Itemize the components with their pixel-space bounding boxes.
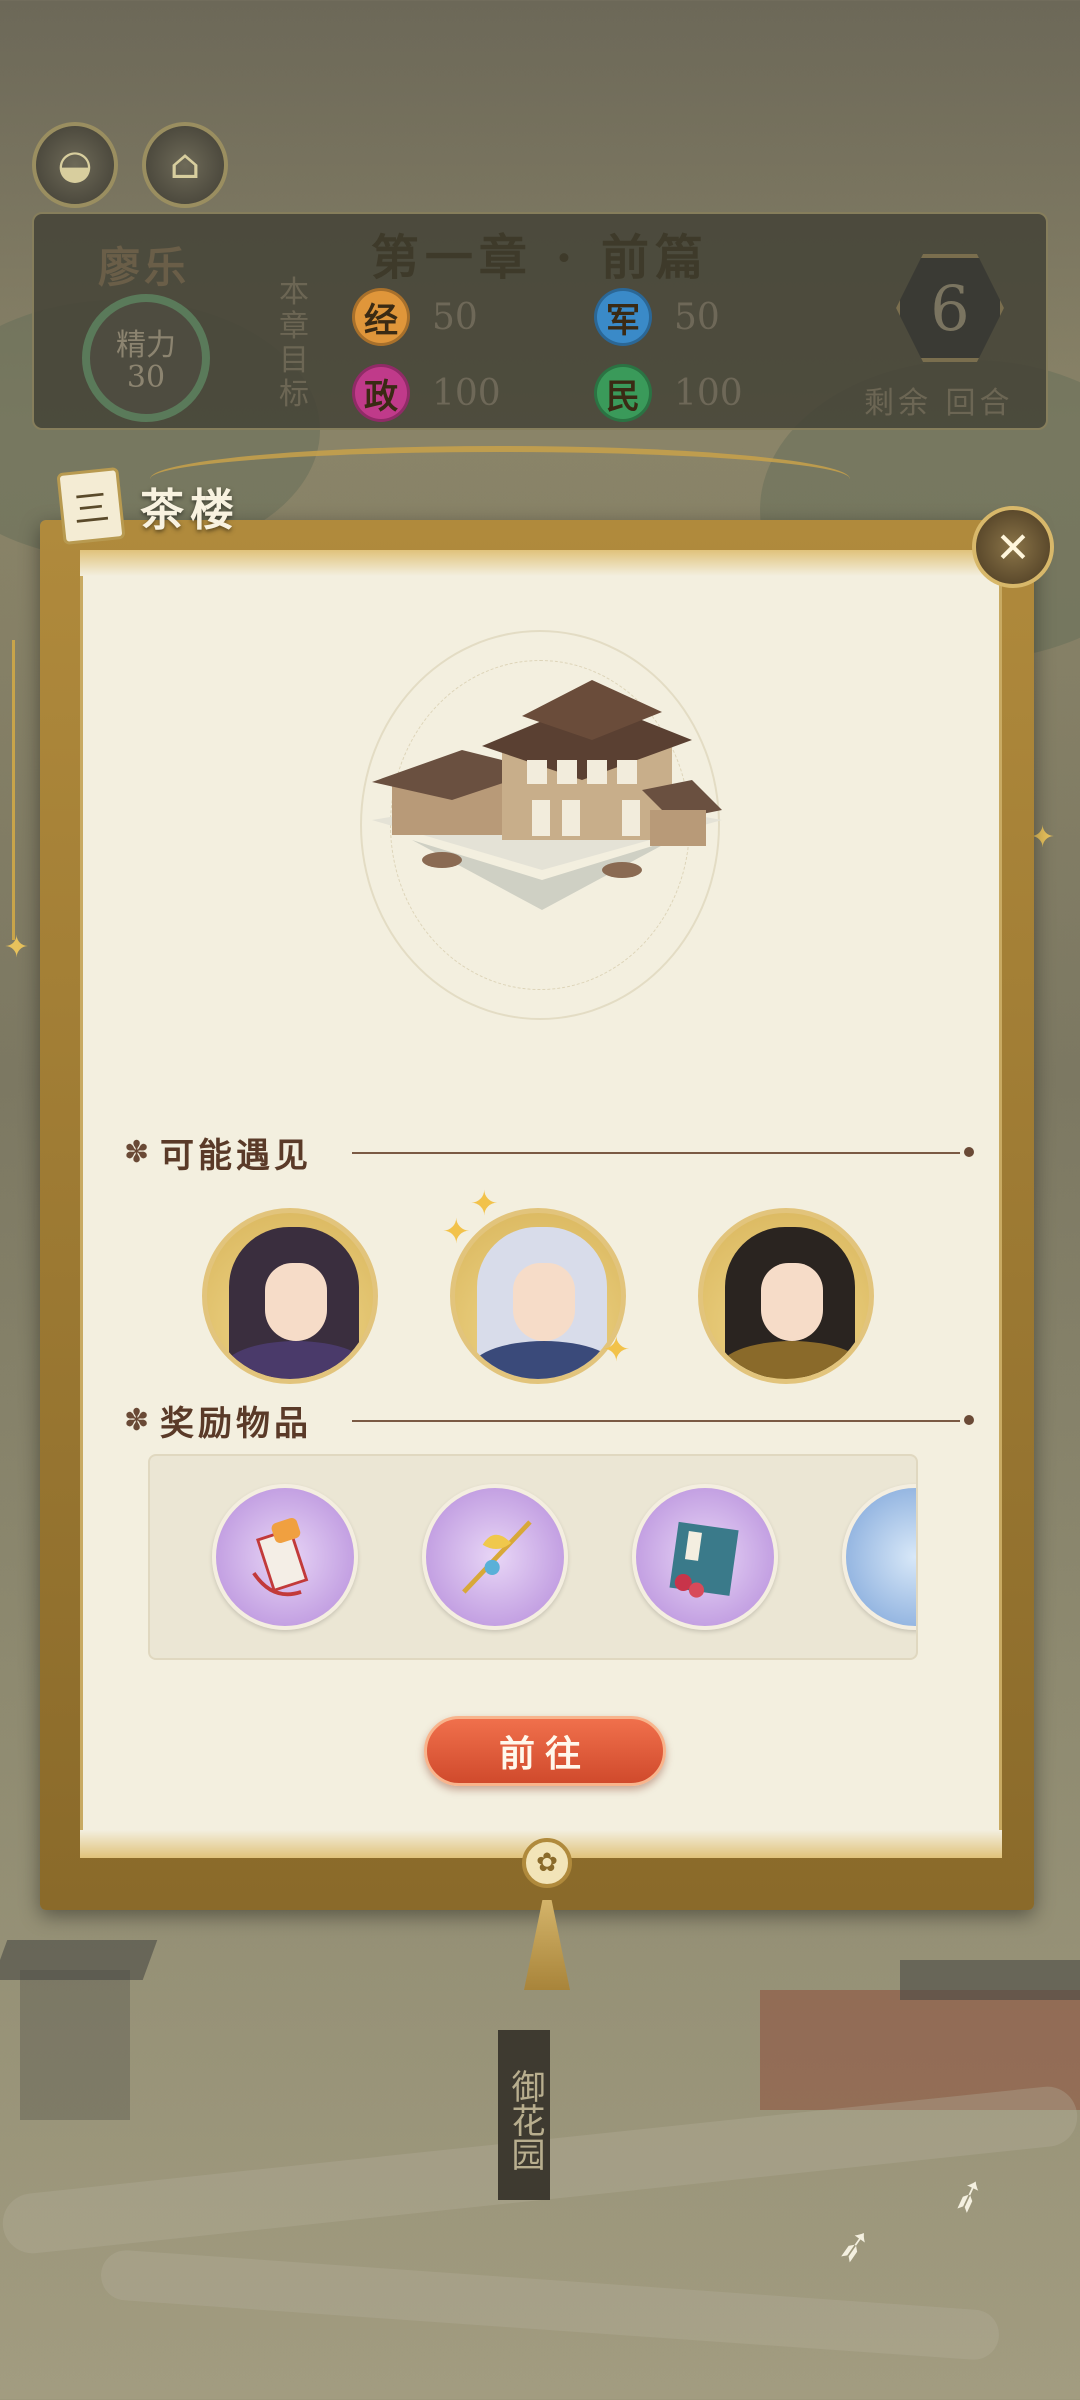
encounter-section-header: ✽ 可能遇见 [124, 1128, 974, 1177]
star-icon: ✦ [442, 1212, 471, 1252]
stat-people: 民 100 [594, 364, 743, 422]
stat-people-value: 100 [674, 372, 743, 414]
star-icon: ✦ [602, 1330, 631, 1370]
stat-economy: 经 50 [352, 288, 478, 346]
location-title: 茶楼 [140, 485, 240, 536]
close-icon: ✕ [995, 522, 1031, 572]
left-gold-chain [12, 640, 15, 940]
stat-politics-badge: 政 [352, 364, 410, 422]
stat-economy-badge: 经 [352, 288, 410, 346]
stat-military-value: 50 [674, 296, 720, 338]
palace-icon-button[interactable]: ⌂ [142, 122, 228, 208]
energy-label: 精力 [116, 328, 176, 363]
encounter-section-title: 可能遇见 [160, 1136, 312, 1176]
scroll-icon: 三 [56, 466, 126, 546]
flower-knot-icon: ✿ [522, 1838, 572, 1888]
rewards-section-header: ✽ 奖励物品 [124, 1396, 974, 1445]
rewards-scroll-list[interactable] [148, 1454, 918, 1660]
character-name: 廖乐 [98, 243, 191, 292]
shield-icon-button[interactable]: ◒ [32, 122, 118, 208]
close-button[interactable]: ✕ [972, 506, 1054, 588]
energy-gauge: 精力 30 [82, 294, 210, 422]
chapter-goal-label: 本章目标 [279, 275, 309, 412]
chapter-status-panel: 第一章 · 前篇 廖乐 精力 30 本章目标 经 50 军 50 政 100 民… [32, 212, 1048, 430]
stat-economy-value: 50 [432, 296, 478, 338]
flower-icon: ✽ [124, 1135, 150, 1170]
stat-military: 军 50 [594, 288, 720, 346]
reward-hairpin-item[interactable] [422, 1484, 568, 1630]
reward-book-item[interactable] [632, 1484, 778, 1630]
encounter-portrait-3[interactable] [698, 1208, 874, 1384]
reward-partial-item[interactable] [842, 1484, 916, 1630]
stat-people-badge: 民 [594, 364, 652, 422]
encounter-portrait-2[interactable] [450, 1208, 626, 1384]
stat-politics: 政 100 [352, 364, 501, 422]
location-title-tab: 三 茶楼 [56, 466, 240, 546]
stat-politics-value: 100 [432, 372, 501, 414]
teahouse-illustration [372, 680, 722, 910]
reward-seal-item[interactable] [212, 1484, 358, 1630]
go-button[interactable]: 前往 [424, 1716, 666, 1786]
rewards-section-title: 奖励物品 [160, 1404, 312, 1444]
gold-swoosh-decoration [150, 446, 850, 512]
sparkle-icon: ✦ [4, 930, 30, 965]
garden-location-plaque[interactable]: 御花园 [498, 2030, 550, 2200]
energy-value: 30 [126, 360, 166, 395]
stat-military-badge: 军 [594, 288, 652, 346]
rounds-remaining-label: 剩余 回合 [864, 386, 1014, 421]
flower-icon: ✽ [124, 1403, 150, 1438]
star-icon: ✦ [470, 1184, 499, 1224]
encounter-portrait-1[interactable] [202, 1208, 378, 1384]
